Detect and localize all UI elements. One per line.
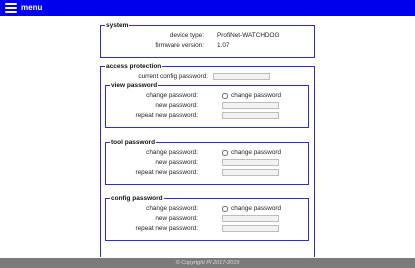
footer: © Copyright PI 2017-2019: [0, 258, 415, 268]
tool-change-password-checkbox[interactable]: [222, 150, 228, 156]
tool-new-password-input[interactable]: [222, 159, 279, 166]
tool-change-password-checkbox-label[interactable]: change password: [231, 148, 281, 158]
menu-label[interactable]: menu: [21, 3, 42, 13]
device-type-label: device type:: [169, 32, 204, 39]
tool-password-legend: tool password: [111, 139, 156, 146]
current-config-password-input[interactable]: [213, 73, 270, 80]
config-new-password-input[interactable]: [222, 215, 279, 222]
access-protection-legend: access protection: [106, 63, 162, 70]
view-repeat-password-label: repeat new password:: [135, 112, 198, 119]
config-password-legend: config password: [111, 195, 163, 202]
view-change-password-checkbox[interactable]: [222, 93, 228, 99]
tool-password-section: tool password change password: change pa…: [105, 139, 309, 185]
firmware-version-value: 1.07: [217, 42, 230, 49]
view-repeat-password-input[interactable]: [222, 112, 279, 119]
device-type-value: ProfiNet-WATCHDOG: [217, 32, 280, 39]
view-password-legend: view password: [111, 82, 158, 89]
config-change-password-label: change password:: [146, 205, 198, 212]
tool-repeat-password-input[interactable]: [222, 169, 279, 176]
firmware-version-label: firmware version:: [155, 42, 204, 49]
view-password-section: view password change password: change pa…: [105, 82, 309, 128]
tool-repeat-password-label: repeat new password:: [135, 169, 198, 176]
view-new-password-input[interactable]: [222, 102, 279, 109]
copyright-text: © Copyright PI 2017-2019: [175, 260, 240, 266]
view-change-password-checkbox-label[interactable]: change password: [231, 91, 281, 101]
config-new-password-label: new password:: [155, 215, 198, 222]
config-repeat-password-input[interactable]: [222, 225, 279, 232]
current-config-password-label: current config password:: [138, 73, 208, 80]
settings-panel: system device type: ProfiNet-WATCHDOG fi…: [100, 22, 315, 257]
menu-icon[interactable]: [5, 3, 17, 13]
tool-new-password-label: new password:: [155, 159, 198, 166]
config-change-password-checkbox-label[interactable]: change password: [231, 204, 281, 214]
config-change-password-checkbox[interactable]: [222, 206, 228, 212]
config-password-section: config password change password: change …: [105, 195, 309, 241]
config-repeat-password-label: repeat new password:: [135, 225, 198, 232]
tool-change-password-label: change password:: [146, 149, 198, 156]
top-bar: menu: [0, 0, 415, 16]
view-change-password-label: change password:: [146, 92, 198, 99]
system-legend: system: [106, 22, 129, 29]
view-new-password-label: new password:: [155, 102, 198, 109]
system-section: system device type: ProfiNet-WATCHDOG fi…: [100, 22, 315, 58]
